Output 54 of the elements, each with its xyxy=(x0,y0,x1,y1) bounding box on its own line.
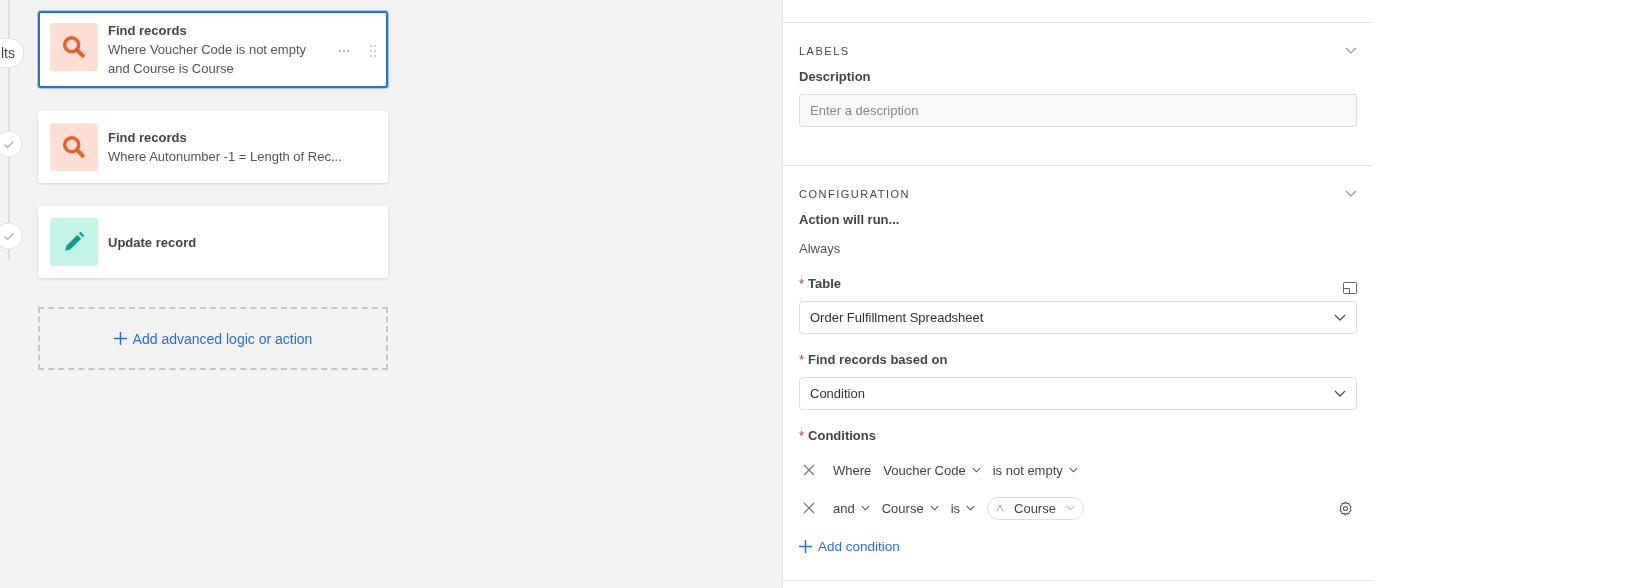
chevron-down-icon xyxy=(1068,467,1078,473)
step-description: Where Autonumber -1 = Length of Rec... xyxy=(108,149,342,164)
value-chip[interactable]: Course xyxy=(987,496,1084,520)
required-mark: * xyxy=(799,428,805,443)
conjunction-dropdown[interactable]: and xyxy=(833,500,870,516)
operator-dropdown[interactable]: is xyxy=(950,500,975,516)
add-condition-button[interactable]: Add condition xyxy=(799,539,900,554)
expand-icon[interactable] xyxy=(1343,281,1357,294)
table-select[interactable]: Order Fulfillment Spreadsheet xyxy=(799,301,1357,334)
collapse-chevron-icon[interactable] xyxy=(1345,190,1357,198)
step-card[interactable]: Update record xyxy=(38,206,388,278)
operator-dropdown[interactable]: is not empty xyxy=(992,462,1078,478)
step-label: lts xyxy=(0,38,24,68)
field-dropdown[interactable]: Course xyxy=(881,500,939,516)
chevron-down-icon xyxy=(971,467,981,473)
field-label: Action will run... xyxy=(799,212,901,227)
close-icon[interactable] xyxy=(803,502,815,514)
settings-icon[interactable] xyxy=(1338,500,1353,516)
search-icon xyxy=(50,23,98,71)
chevron-down-icon xyxy=(929,505,939,511)
field-label: Table xyxy=(808,276,842,291)
step-card[interactable]: Find records Where Autonumber -1 = Length of Rec... xyxy=(38,111,388,183)
required-mark: * xyxy=(799,352,805,367)
run-value: Always xyxy=(799,241,842,256)
step-title: Find records xyxy=(108,23,188,38)
basis-select[interactable]: Condition xyxy=(799,377,1357,410)
section-heading: LABELS xyxy=(799,45,850,57)
search-icon xyxy=(50,123,98,171)
pencil-icon xyxy=(50,218,98,266)
step-card[interactable]: Find records Where Voucher Code is not empty and Course is Course xyxy=(38,11,388,88)
field-label: Description xyxy=(799,69,872,84)
required-mark: * xyxy=(799,276,805,291)
step-description: Where Voucher Code is not empty xyxy=(108,42,306,57)
field-label: Conditions xyxy=(808,428,876,443)
chevron-down-icon xyxy=(1334,313,1346,322)
step-title: Update record xyxy=(108,234,197,250)
close-icon[interactable] xyxy=(803,464,815,476)
chevron-down-icon xyxy=(966,505,975,511)
step-description: and Course is Course xyxy=(108,61,235,76)
chevron-down-icon xyxy=(1334,389,1346,398)
add-action-button[interactable]: Add advanced logic or action xyxy=(38,307,388,370)
chevron-down-icon xyxy=(860,505,870,511)
plus-icon xyxy=(113,332,127,345)
section-heading: CONFIGURATION xyxy=(799,188,910,200)
text-type-icon xyxy=(996,504,1004,512)
step-title: Find records xyxy=(108,130,188,145)
conjunction-text: Where xyxy=(833,462,872,478)
plus-icon xyxy=(799,540,812,553)
field-dropdown[interactable]: Voucher Code xyxy=(883,462,981,478)
collapse-chevron-icon[interactable] xyxy=(1345,47,1357,55)
field-label: Find records based on xyxy=(808,352,948,367)
drag-handle-icon[interactable] xyxy=(370,45,376,57)
chevron-down-icon xyxy=(1065,505,1075,511)
description-field[interactable]: Enter a description xyxy=(799,94,1357,127)
